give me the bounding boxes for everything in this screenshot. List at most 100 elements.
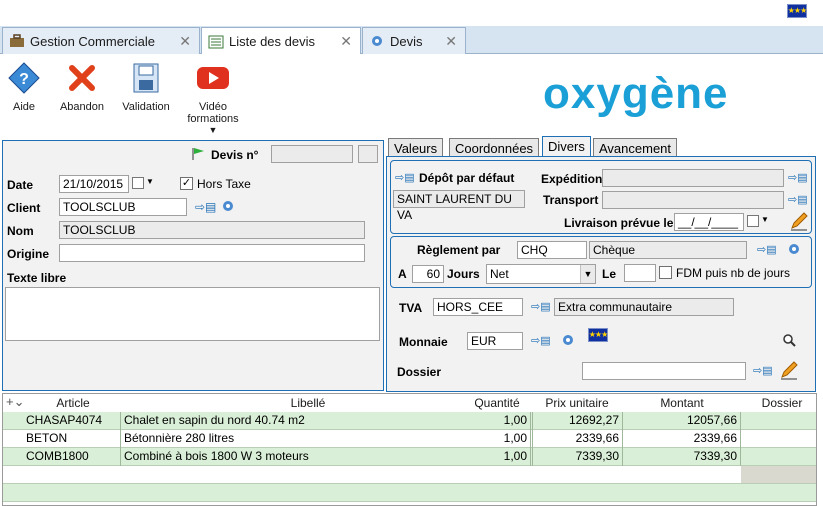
cell-montant: 7339,30 (623, 448, 741, 466)
play-icon (197, 67, 229, 89)
pencil-icon[interactable] (779, 360, 799, 380)
chevron-down-icon[interactable]: ▼ (146, 177, 154, 186)
pencil-icon[interactable] (789, 211, 809, 231)
chevron-down-icon[interactable]: ▼ (761, 215, 769, 224)
cell-prix: 7339,30 (531, 448, 623, 466)
date-field[interactable]: 21/10/2015 (59, 175, 129, 193)
video-button[interactable]: Vidéo formations ▼ (184, 62, 242, 135)
monnaie-field[interactable]: EUR (467, 332, 523, 350)
devis-number-label: Devis n° (211, 148, 259, 162)
select-list-icon[interactable]: ⇨▤ (395, 171, 415, 184)
tab-label: Devis (390, 33, 423, 49)
client-label: Client (7, 201, 41, 215)
table-row[interactable]: CHASAP4074 Chalet en sapin du nord 40.74… (3, 412, 816, 430)
column-header-article[interactable]: Article (23, 394, 123, 412)
jours-field[interactable]: 60 (412, 265, 444, 283)
cell-prix: 12692,27 (531, 412, 623, 430)
save-icon (133, 63, 159, 93)
dossier-field[interactable] (582, 362, 746, 380)
select-list-icon[interactable]: ⇨▤ (753, 364, 773, 377)
magnifier-icon[interactable] (782, 333, 796, 347)
tab-valeurs[interactable]: Valeurs (388, 138, 444, 156)
select-list-icon[interactable]: ⇨▤ (757, 243, 777, 256)
livraison-label: Livraison prévue le (564, 216, 674, 230)
help-label: Aide (12, 101, 36, 113)
help-button[interactable]: ? Aide (6, 62, 42, 113)
hors-taxe-checkbox[interactable]: ✓ (180, 177, 193, 190)
select-list-icon[interactable]: ⇨▤ (788, 193, 808, 206)
dossier-label: Dossier (397, 365, 442, 379)
cell-article: CHASAP4074 (23, 412, 121, 430)
expedition-label: Expédition (541, 172, 603, 186)
origine-field[interactable] (59, 244, 365, 262)
tab-coordonnees[interactable]: Coordonnées (449, 138, 540, 156)
depot-field[interactable]: SAINT LAURENT DU VA (393, 190, 525, 222)
gear-icon[interactable] (221, 199, 235, 213)
table-row[interactable]: BETON Bétonnière 280 litres 1,00 2339,66… (3, 430, 816, 448)
tab-strip: Gestion Commerciale ✕ Liste des devis ✕ … (0, 26, 823, 55)
column-header-dossier[interactable]: Dossier (748, 394, 816, 412)
transport-field[interactable] (602, 191, 784, 209)
select-list-icon[interactable]: ⇨▤ (531, 334, 551, 347)
table-row-empty[interactable] (3, 466, 816, 484)
texte-libre-field[interactable] (5, 287, 380, 341)
tab-gestion-commerciale[interactable]: Gestion Commerciale ✕ (2, 27, 200, 54)
net-select[interactable]: Net ▼ (486, 264, 596, 284)
select-list-icon[interactable]: ⇨▤ (788, 171, 808, 184)
validate-label: Validation (122, 101, 170, 113)
tab-divers[interactable]: Divers (542, 136, 591, 157)
tab-devis[interactable]: Devis ✕ (362, 27, 466, 54)
column-header-quantite[interactable]: Quantité (463, 394, 531, 412)
eu-flag-icon[interactable]: ★★★ (787, 4, 807, 18)
reglement-desc-field[interactable]: Chèque (589, 241, 747, 259)
video-label-line1: Vidéo (199, 101, 227, 113)
oxygene-logo: oxygène (543, 69, 729, 118)
cell-quantite: 1,00 (463, 430, 531, 448)
tab-label: Liste des devis (229, 34, 315, 49)
origine-label: Origine (7, 247, 50, 261)
column-header-libelle[interactable]: Libellé (123, 394, 493, 412)
livraison-date-field[interactable]: __/__/____ (674, 213, 744, 231)
close-icon[interactable]: ✕ (445, 33, 457, 50)
fdm-label: FDM puis nb de jours (676, 266, 791, 280)
cell-prix: 2339,66 (531, 430, 623, 448)
devis-extra-field[interactable] (358, 145, 378, 163)
svg-text:?: ? (19, 71, 29, 88)
select-list-icon[interactable]: ⇨▤ (195, 200, 216, 214)
gear-icon[interactable] (787, 242, 801, 256)
close-icon[interactable]: ✕ (340, 33, 352, 50)
list-icon (208, 35, 224, 48)
validate-button[interactable]: Validation (120, 62, 172, 113)
calendar-icon[interactable] (132, 177, 144, 189)
tab-label: Gestion Commerciale (30, 33, 155, 49)
column-header-prix[interactable]: Prix unitaire (531, 394, 623, 412)
column-header-montant[interactable]: Montant (623, 394, 741, 412)
tva-code-field[interactable]: HORS_CEE (433, 298, 523, 316)
chevron-down-icon[interactable]: ▼ (580, 265, 595, 283)
gear-icon[interactable] (561, 333, 575, 347)
cancel-button[interactable]: Abandon (58, 62, 106, 113)
nom-field[interactable]: TOOLSCLUB (59, 221, 365, 239)
close-icon[interactable]: ✕ (179, 33, 191, 50)
table-row-empty[interactable] (3, 484, 816, 502)
reglement-code-field[interactable]: CHQ (517, 241, 587, 259)
client-field[interactable]: TOOLSCLUB (59, 198, 187, 216)
tva-desc-field[interactable]: Extra communautaire (554, 298, 734, 316)
texte-libre-label: Texte libre (7, 271, 67, 285)
fdm-checkbox[interactable] (659, 266, 672, 279)
right-panel: ⇨▤ Dépôt par défaut SAINT LAURENT DU VA … (386, 156, 816, 392)
devis-number-field[interactable] (271, 145, 353, 163)
calendar-icon[interactable] (747, 215, 759, 227)
date-label: Date (7, 178, 34, 192)
add-column-icon[interactable]: +⌄ (6, 394, 24, 410)
tab-liste-des-devis[interactable]: Liste des devis ✕ (201, 27, 361, 55)
le-field[interactable] (624, 264, 656, 282)
le-label: Le (602, 267, 617, 281)
table-row[interactable]: COMB1800 Combiné à bois 1800 W 3 moteurs… (3, 448, 816, 466)
chevron-down-icon[interactable]: ▼ (184, 125, 242, 135)
expedition-field[interactable] (602, 169, 784, 187)
tva-label: TVA (399, 301, 423, 315)
tab-avancement[interactable]: Avancement (593, 138, 678, 156)
select-list-icon[interactable]: ⇨▤ (531, 300, 551, 313)
video-label-line2: formations (187, 113, 239, 125)
